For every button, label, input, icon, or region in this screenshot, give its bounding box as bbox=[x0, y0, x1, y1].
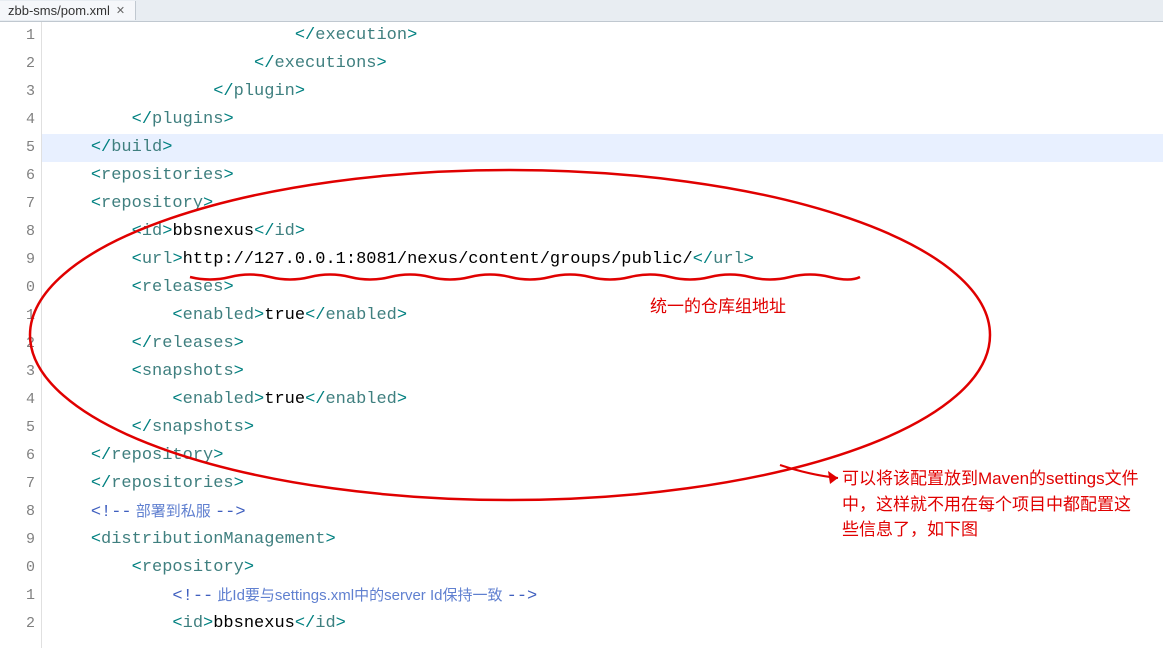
line-number: 9 bbox=[0, 246, 35, 274]
line-number: 9 bbox=[0, 526, 35, 554]
tab-filename: zbb-sms/pom.xml bbox=[8, 3, 110, 18]
line-number: 2 bbox=[0, 330, 35, 358]
code-line: <!-- 此Id要与settings.xml中的server Id保持一致 --… bbox=[42, 582, 1163, 610]
code-line: </snapshots> bbox=[42, 414, 1163, 442]
code-line: <id>bbsnexus</id> bbox=[42, 218, 1163, 246]
line-number: 1 bbox=[0, 582, 35, 610]
line-number: 0 bbox=[0, 274, 35, 302]
code-line: <enabled>true</enabled> bbox=[42, 302, 1163, 330]
line-number: 4 bbox=[0, 386, 35, 414]
code-line: </plugin> bbox=[42, 78, 1163, 106]
code-line: </executions> bbox=[42, 50, 1163, 78]
code-line: <repository> bbox=[42, 554, 1163, 582]
line-number: 7 bbox=[0, 470, 35, 498]
file-tab[interactable]: zbb-sms/pom.xml ✕ bbox=[0, 1, 136, 20]
line-number: 6 bbox=[0, 162, 35, 190]
code-line: </execution> bbox=[42, 22, 1163, 50]
code-line: <id>bbsnexus</id> bbox=[42, 610, 1163, 638]
code-line: <repositories> bbox=[42, 162, 1163, 190]
line-number: 0 bbox=[0, 554, 35, 582]
code-area[interactable]: </execution> </executions> </plugin> </p… bbox=[42, 22, 1163, 648]
line-number: 7 bbox=[0, 190, 35, 218]
code-line: <!-- 部署到私服 --> bbox=[42, 498, 1163, 526]
line-number: 2 bbox=[0, 50, 35, 78]
close-icon[interactable]: ✕ bbox=[114, 4, 127, 17]
tab-bar: zbb-sms/pom.xml ✕ bbox=[0, 0, 1163, 22]
line-number: 8 bbox=[0, 498, 35, 526]
code-line: </repository> bbox=[42, 442, 1163, 470]
line-number: 1 bbox=[0, 302, 35, 330]
code-line: <enabled>true</enabled> bbox=[42, 386, 1163, 414]
code-line: <repository> bbox=[42, 190, 1163, 218]
code-line: </repositories> bbox=[42, 470, 1163, 498]
line-number: 3 bbox=[0, 78, 35, 106]
line-number: 4 bbox=[0, 106, 35, 134]
line-number: 5 bbox=[0, 414, 35, 442]
line-number: 3 bbox=[0, 358, 35, 386]
code-line: </releases> bbox=[42, 330, 1163, 358]
code-line-highlighted: </build> bbox=[42, 134, 1163, 162]
line-number: 5 bbox=[0, 134, 35, 162]
code-line: <distributionManagement> bbox=[42, 526, 1163, 554]
line-number: 2 bbox=[0, 610, 35, 638]
line-number-gutter: 1 2 3 4 5 6 7 8 9 0 1 2 3 4 5 6 7 8 9 0 … bbox=[0, 22, 42, 648]
line-number: 6 bbox=[0, 442, 35, 470]
code-line: <url>http://127.0.0.1:8081/nexus/content… bbox=[42, 246, 1163, 274]
code-line: <releases> bbox=[42, 274, 1163, 302]
line-number: 8 bbox=[0, 218, 35, 246]
code-line: </plugins> bbox=[42, 106, 1163, 134]
editor: 1 2 3 4 5 6 7 8 9 0 1 2 3 4 5 6 7 8 9 0 … bbox=[0, 22, 1163, 648]
code-line: <snapshots> bbox=[42, 358, 1163, 386]
line-number: 1 bbox=[0, 22, 35, 50]
